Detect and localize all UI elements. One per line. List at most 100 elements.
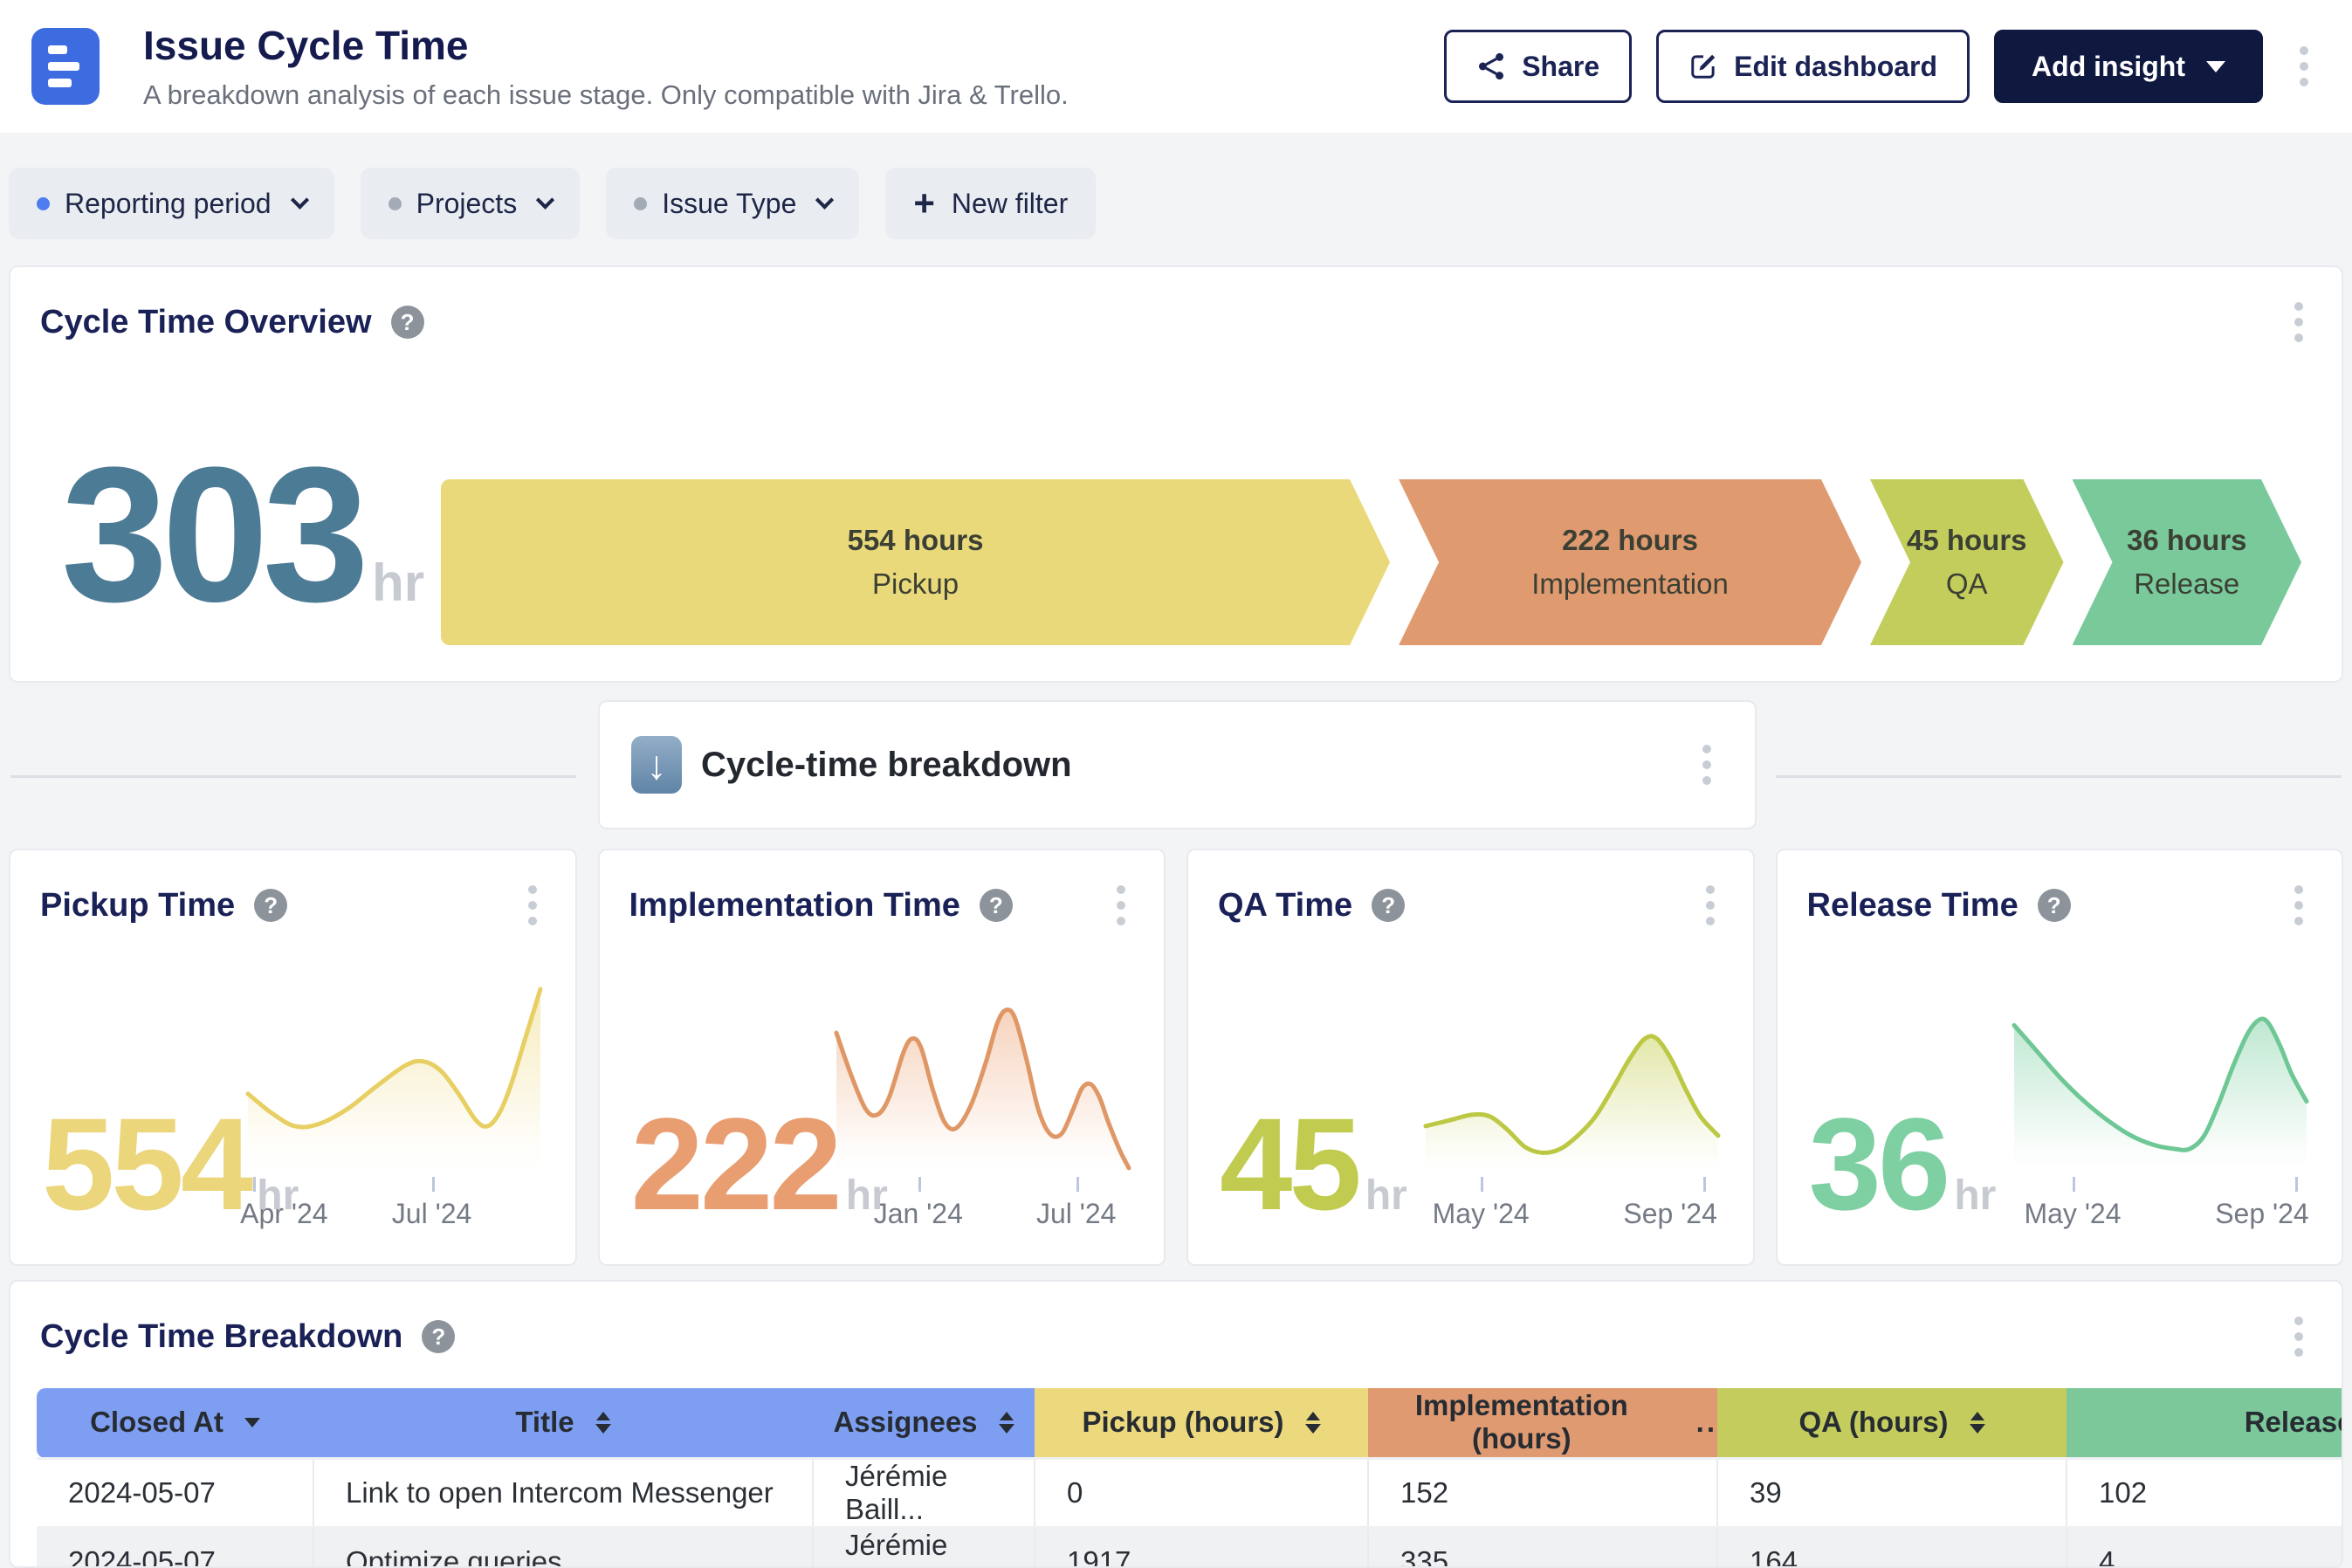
funnel-segment-hours: 554 hours (848, 524, 984, 557)
table-cell: 152 (1368, 1458, 1717, 1527)
help-icon[interactable]: ? (422, 1320, 455, 1353)
help-icon[interactable]: ? (2038, 889, 2071, 922)
card-kebab-menu[interactable] (2282, 877, 2315, 934)
help-icon[interactable]: ? (980, 889, 1013, 922)
axis-tick-label: May '24 (1433, 1198, 1530, 1230)
table-cell: 39 (1717, 1458, 2067, 1527)
table-cell: Optimize queries (313, 1527, 813, 1568)
column-header-title[interactable]: Title (313, 1388, 813, 1458)
new-filter-button[interactable]: + New filter (885, 168, 1096, 239)
add-insight-button[interactable]: Add insight (1994, 30, 2263, 103)
chevron-down-icon (2206, 61, 2225, 72)
card-kebab-menu[interactable] (1690, 736, 1723, 794)
new-filter-label: New filter (952, 188, 1068, 220)
header-titles: Issue Cycle Time A breakdown analysis of… (143, 22, 1444, 111)
app-logo-menu-icon[interactable] (31, 28, 100, 105)
axis-tick-label: May '24 (2024, 1198, 2121, 1230)
header: Issue Cycle Time A breakdown analysis of… (0, 0, 2352, 133)
implementation-time-card: Implementation Time?Jan '24Jul '24222hr (598, 849, 1166, 1266)
table-cell: 4 (2067, 1527, 2342, 1568)
column-header-pickup-hours[interactable]: Pickup (hours) (1035, 1388, 1368, 1458)
cycle-time-table: Closed At Title Assignees Pickup (hours) Imp… (37, 1388, 2342, 1568)
axis-tick (918, 1177, 921, 1192)
card-kebab-menu[interactable] (2282, 1308, 2315, 1365)
stage-hours-value: 222 (631, 1098, 839, 1229)
axis-tick-label: Sep '24 (2215, 1198, 2309, 1230)
axis-tick (1481, 1177, 1483, 1192)
help-icon[interactable]: ? (1372, 889, 1405, 922)
help-icon[interactable]: ? (391, 306, 424, 339)
mid-row: ↓ Cycle-time breakdown (0, 700, 2352, 849)
column-header-label: Title (515, 1406, 574, 1439)
edit-dashboard-button[interactable]: Edit dashboard (1656, 30, 1970, 103)
card-title: QA Time (1218, 887, 1352, 925)
card-kebab-menu[interactable] (1694, 877, 1727, 934)
sort-icon (595, 1412, 611, 1434)
total-cycle-time-value: 303 (61, 438, 363, 630)
sort-icon (1305, 1412, 1321, 1434)
stage-hours-value: 554 (42, 1098, 250, 1229)
filter-issue-type[interactable]: Issue Type (606, 168, 859, 239)
help-icon[interactable]: ? (254, 889, 287, 922)
column-header-label: Pickup (hours) (1082, 1406, 1283, 1439)
column-header-closed-at[interactable]: Closed At (37, 1388, 313, 1458)
column-header-label: Closed At (90, 1406, 224, 1439)
filter-projects[interactable]: Projects (361, 168, 581, 239)
table-cell: 164 (1717, 1527, 2067, 1568)
funnel-segment-label: QA (1946, 567, 1988, 601)
add-insight-button-label: Add insight (2032, 51, 2185, 83)
funnel-segment-pickup: 554 hoursPickup (441, 479, 1390, 645)
sparkline-chart (2014, 980, 2307, 1170)
table-cell: Jérémie Baill... (813, 1527, 1035, 1568)
table-cell: 335 (1368, 1527, 1717, 1568)
table-row[interactable]: 2024-05-07Link to open Intercom Messenge… (37, 1458, 2342, 1527)
table-cell: Link to open Intercom Messenger (313, 1458, 813, 1527)
axis-tick (1076, 1177, 1079, 1192)
table-cell: 2024-05-07 (37, 1458, 313, 1527)
column-header-implementation-hours[interactable]: Implementation (hours).. (1368, 1388, 1717, 1458)
stage-cards-row: Pickup Time?Apr '24Jul '24554hrImplement… (9, 849, 2343, 1266)
qa-time-card: QA Time?May '24Sep '2445hr (1186, 849, 1755, 1266)
pickup-time-card: Pickup Time?Apr '24Jul '24554hr (9, 849, 577, 1266)
edit-dashboard-button-label: Edit dashboard (1734, 51, 1937, 83)
card-kebab-menu[interactable] (2282, 293, 2315, 351)
chevron-down-icon (815, 190, 834, 209)
filter-reporting-period[interactable]: Reporting period (9, 168, 334, 239)
card-title: Cycle Time Overview (40, 304, 372, 341)
filter-label: Projects (416, 188, 518, 220)
total-cycle-time-unit: hr (372, 553, 424, 613)
axis-tick-label: Sep '24 (1623, 1198, 1717, 1230)
column-header-assignees[interactable]: Assignees (813, 1388, 1035, 1458)
axis-tick (432, 1177, 435, 1192)
header-kebab-menu[interactable] (2287, 38, 2321, 95)
column-header-qa-hours[interactable]: QA (hours) (1717, 1388, 2067, 1458)
axis-tick (2295, 1177, 2298, 1192)
funnel-segment-release: 36 hoursRelease (2073, 479, 2302, 645)
share-button[interactable]: Share (1444, 30, 1632, 103)
axis-tick (2073, 1177, 2075, 1192)
table-cell: 0 (1035, 1458, 1368, 1527)
sort-icon-truncated: .. (1696, 1406, 1717, 1439)
axis-tick-label: Jul '24 (392, 1198, 472, 1230)
stage-hours-unit: hr (846, 1172, 888, 1220)
column-header-release-hours[interactable]: Release (hours) (2067, 1388, 2342, 1458)
table-row[interactable]: 2024-05-07Optimize queriesJérémie Baill.… (37, 1527, 2342, 1568)
mid-card-title: Cycle-time breakdown (701, 746, 1072, 785)
table-cell: 2024-05-07 (37, 1527, 313, 1568)
filter-dot (634, 197, 647, 210)
axis-tick (1703, 1177, 1706, 1192)
page-subtitle: A breakdown analysis of each issue stage… (143, 79, 1444, 111)
table-cell: Jérémie Baill... (813, 1458, 1035, 1527)
axis-tick-label: Jul '24 (1036, 1198, 1117, 1230)
stage-hours-value: 36 (1809, 1098, 1948, 1229)
card-kebab-menu[interactable] (1104, 877, 1138, 934)
filter-dot (389, 197, 402, 210)
table-cell: 102 (2067, 1458, 2342, 1527)
stage-hours: 222hr (631, 1098, 888, 1229)
stage-hours: 36hr (1809, 1098, 1997, 1229)
header-actions: Share Edit dashboard Add insight (1444, 30, 2321, 103)
card-title: Implementation Time (629, 887, 960, 925)
x-axis: May '24 Sep '24 (2014, 1177, 2307, 1243)
card-kebab-menu[interactable] (516, 877, 549, 934)
stage-hours-unit: hr (1365, 1172, 1407, 1220)
